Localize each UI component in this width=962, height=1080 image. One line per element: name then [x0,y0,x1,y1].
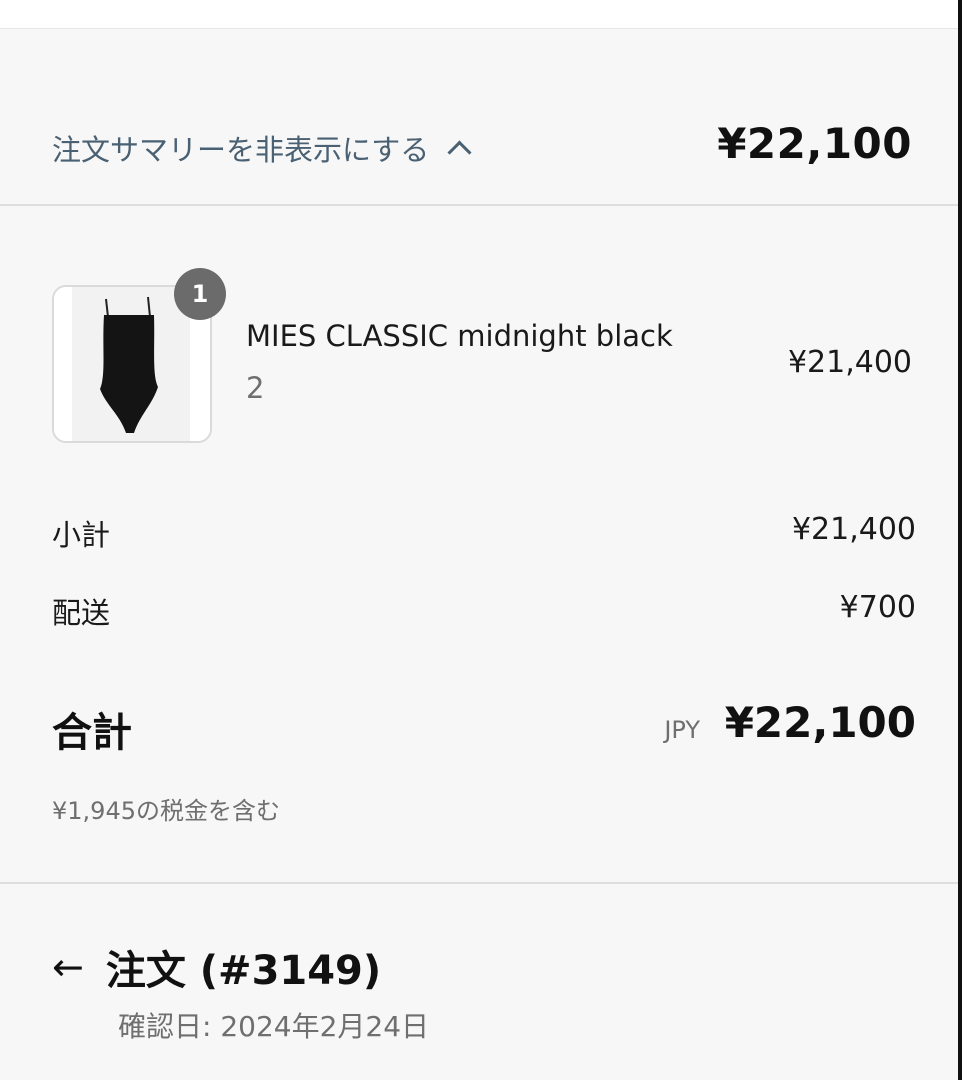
arrow-left-icon[interactable]: ← [52,948,84,986]
subtotal-value: ¥21,400 [791,512,916,547]
line-item: 1 MIES CLASSIC midnight black 2 ¥21,400 [0,265,958,455]
hide-order-summary-button[interactable]: 注文サマリーを非表示にする [52,127,472,169]
order-title: 注文 (#3149) [105,948,382,994]
order-confirmed-date: 確認日: 2024年2月24日 [118,1010,430,1043]
shipping-value: ¥700 [839,590,916,625]
order-header: ← 注文 (#3149) [52,938,381,996]
product-price: ¥21,400 [787,345,912,380]
order-status-page: 注文サマリーを非表示にする ¥22,100 1 MIES CLASSIC mid… [0,0,962,1080]
product-name: MIES CLASSIC midnight black [246,319,673,353]
order-summary-toggle-bar: 注文サマリーを非表示にする ¥22,100 [0,29,958,206]
summary-total-price: ¥22,100 [717,119,912,168]
quantity-badge: 1 [174,268,226,320]
shipping-label: 配送 [52,596,111,630]
window-edge [958,0,962,1080]
section-divider [0,882,958,884]
top-bar [0,0,962,29]
currency-code: JPY [664,716,700,744]
hide-order-summary-label: 注文サマリーを非表示にする [52,133,430,167]
total-amount: ¥22,100 [724,698,916,747]
subtotal-label: 小計 [52,518,111,552]
chevron-up-icon [447,139,472,165]
tax-included-note: ¥1,945の税金を含む [52,797,280,825]
product-variant: 2 [246,371,265,405]
total-label: 合計 [52,710,132,756]
